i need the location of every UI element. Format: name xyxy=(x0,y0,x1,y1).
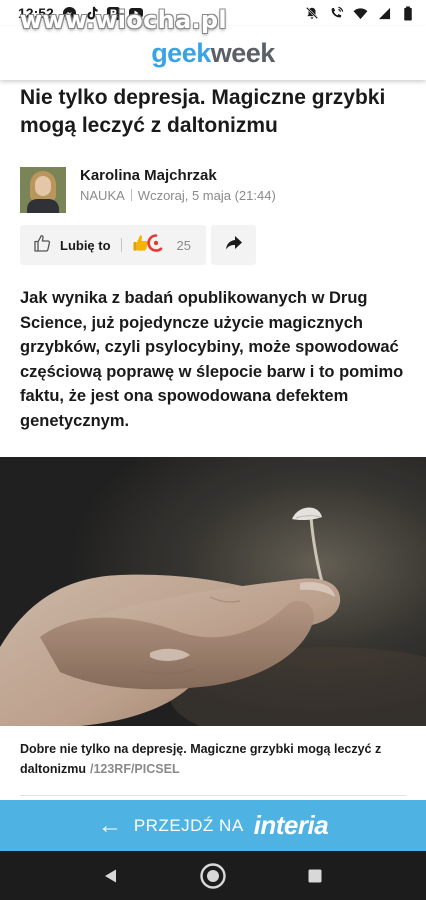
article-photo[interactable] xyxy=(0,457,426,726)
photo-caption: Dobre nie tylko na depresję. Magiczne gr… xyxy=(20,739,410,779)
go-to-label: PRZEJDŹ NA xyxy=(133,815,244,835)
recents-button[interactable] xyxy=(297,858,333,894)
article-title: Nie tylko depresja. Magiczne grzybki mog… xyxy=(20,86,386,137)
author-row: Karolina Majchrzak NAUKA Wczoraj, 5 maja … xyxy=(20,167,410,215)
divider xyxy=(20,795,406,796)
recents-square-icon xyxy=(308,869,322,882)
wifi-icon xyxy=(352,5,368,21)
reactions[interactable] xyxy=(132,233,165,258)
share-arrow-icon xyxy=(225,235,243,256)
shocked-face-emoji-icon xyxy=(146,233,165,258)
android-nav-bar xyxy=(0,851,426,900)
photo-caption-text: Dobre nie tylko na depresję. Magiczne gr… xyxy=(20,742,382,776)
article-category[interactable]: NAUKA xyxy=(80,188,125,203)
geekweek-logo[interactable]: geekweek xyxy=(151,38,275,69)
like-label: Lubię to xyxy=(60,237,111,253)
battery-icon xyxy=(400,5,416,21)
status-right-icons xyxy=(304,5,416,21)
home-circle-icon xyxy=(200,862,226,889)
go-to-interia-banner[interactable]: ← PRZEJDŹ NA interia xyxy=(0,800,426,851)
share-button[interactable] xyxy=(211,225,256,265)
thumb-up-outline-icon xyxy=(32,233,52,258)
photo-credit: /123RF/PICSEL xyxy=(89,762,180,776)
logo-part-week: week xyxy=(210,37,276,68)
arrow-left-icon: ← xyxy=(97,811,122,839)
avatar[interactable] xyxy=(20,167,66,213)
watermark: www.wiocha.pl xyxy=(20,6,227,34)
mute-icon xyxy=(304,5,320,21)
like-button[interactable]: Lubię to 25 xyxy=(20,225,206,265)
status-bar: 12:52 B www.wiocha.pl xyxy=(0,0,426,34)
author-name[interactable]: Karolina Majchrzak xyxy=(80,167,217,184)
like-divider xyxy=(120,238,122,252)
article-date: Wczoraj, 5 maja (21:44) xyxy=(137,188,276,203)
signal-icon xyxy=(376,5,392,21)
back-button[interactable] xyxy=(93,858,129,894)
site-header: geekweek xyxy=(0,26,426,80)
article-meta: NAUKA Wczoraj, 5 maja (21:44) xyxy=(80,188,276,203)
wifi-call-icon xyxy=(328,5,344,21)
like-count: 25 xyxy=(176,237,192,253)
article-lead: Jak wynika z badań opublikowanych w Drug… xyxy=(20,289,404,430)
meta-divider xyxy=(130,189,132,201)
home-button[interactable] xyxy=(195,858,231,894)
logo-part-geek: geek xyxy=(151,37,211,68)
hand-holding-mushroom-image xyxy=(0,457,426,726)
back-triangle-icon xyxy=(105,869,116,882)
interia-logo: interia xyxy=(253,810,329,840)
